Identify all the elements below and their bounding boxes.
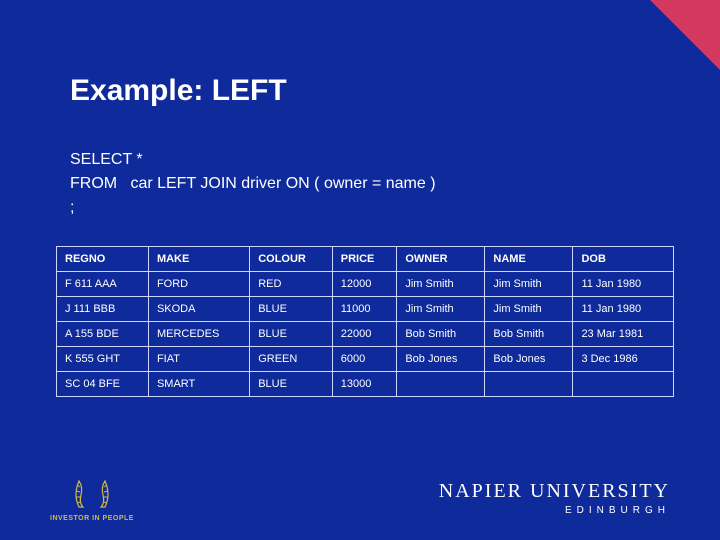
table-row: A 155 BDE MERCEDES BLUE 22000 Bob Smith … bbox=[57, 322, 674, 347]
table-row: K 555 GHT FIAT GREEN 6000 Bob Jones Bob … bbox=[57, 347, 674, 372]
iip-label: INVESTOR IN PEOPLE bbox=[50, 515, 134, 522]
cell: Bob Smith bbox=[485, 322, 573, 347]
cell: SKODA bbox=[148, 297, 249, 322]
sql-block: SELECT * FROM car LEFT JOIN driver ON ( … bbox=[70, 148, 660, 220]
university-name: NAPIER UNIVERSITY bbox=[439, 480, 670, 503]
table-body: F 611 AAA FORD RED 12000 Jim Smith Jim S… bbox=[57, 272, 674, 397]
corner-accent bbox=[650, 0, 720, 70]
cell: K 555 GHT bbox=[57, 347, 149, 372]
cell: GREEN bbox=[250, 347, 333, 372]
table-row: F 611 AAA FORD RED 12000 Jim Smith Jim S… bbox=[57, 272, 674, 297]
cell: F 611 AAA bbox=[57, 272, 149, 297]
col-colour: COLOUR bbox=[250, 247, 333, 272]
slide-content: Example: LEFT SELECT * FROM car LEFT JOI… bbox=[0, 0, 720, 397]
cell: 11 Jan 1980 bbox=[573, 272, 674, 297]
sql-line: SELECT * bbox=[70, 151, 143, 168]
cell: Bob Smith bbox=[397, 322, 485, 347]
slide-title: Example: LEFT bbox=[70, 74, 660, 108]
investor-in-people-logo: INVESTOR IN PEOPLE bbox=[50, 473, 134, 522]
cell: 6000 bbox=[332, 347, 397, 372]
sql-line: FROM car LEFT JOIN driver ON ( owner = n… bbox=[70, 175, 436, 192]
col-regno: REGNO bbox=[57, 247, 149, 272]
cell: BLUE bbox=[250, 372, 333, 397]
cell: 13000 bbox=[332, 372, 397, 397]
cell: 11 Jan 1980 bbox=[573, 297, 674, 322]
sql-line: ; bbox=[70, 199, 74, 216]
cell: Jim Smith bbox=[397, 297, 485, 322]
cell bbox=[485, 372, 573, 397]
col-price: PRICE bbox=[332, 247, 397, 272]
cell: SMART bbox=[148, 372, 249, 397]
col-name: NAME bbox=[485, 247, 573, 272]
cell: 23 Mar 1981 bbox=[573, 322, 674, 347]
table-row: J 111 BBB SKODA BLUE 11000 Jim Smith Jim… bbox=[57, 297, 674, 322]
cell: Jim Smith bbox=[485, 272, 573, 297]
napier-university-logo: NAPIER UNIVERSITY EDINBURGH bbox=[439, 480, 670, 516]
cell: Bob Jones bbox=[485, 347, 573, 372]
cell: J 111 BBB bbox=[57, 297, 149, 322]
col-owner: OWNER bbox=[397, 247, 485, 272]
col-dob: DOB bbox=[573, 247, 674, 272]
result-table: REGNO MAKE COLOUR PRICE OWNER NAME DOB F… bbox=[56, 246, 674, 397]
cell: FORD bbox=[148, 272, 249, 297]
result-table-wrap: REGNO MAKE COLOUR PRICE OWNER NAME DOB F… bbox=[56, 246, 674, 397]
col-make: MAKE bbox=[148, 247, 249, 272]
cell: A 155 BDE bbox=[57, 322, 149, 347]
cell bbox=[397, 372, 485, 397]
table-header-row: REGNO MAKE COLOUR PRICE OWNER NAME DOB bbox=[57, 247, 674, 272]
cell: Bob Jones bbox=[397, 347, 485, 372]
cell: 11000 bbox=[332, 297, 397, 322]
university-city: EDINBURGH bbox=[439, 505, 670, 516]
cell: BLUE bbox=[250, 297, 333, 322]
cell: MERCEDES bbox=[148, 322, 249, 347]
cell: RED bbox=[250, 272, 333, 297]
cell bbox=[573, 372, 674, 397]
cell: SC 04 BFE bbox=[57, 372, 149, 397]
cell: 22000 bbox=[332, 322, 397, 347]
laurel-wreath-icon bbox=[69, 473, 115, 511]
cell: BLUE bbox=[250, 322, 333, 347]
cell: Jim Smith bbox=[397, 272, 485, 297]
cell: Jim Smith bbox=[485, 297, 573, 322]
table-row: SC 04 BFE SMART BLUE 13000 bbox=[57, 372, 674, 397]
cell: FIAT bbox=[148, 347, 249, 372]
footer: INVESTOR IN PEOPLE NAPIER UNIVERSITY EDI… bbox=[0, 473, 720, 522]
cell: 12000 bbox=[332, 272, 397, 297]
cell: 3 Dec 1986 bbox=[573, 347, 674, 372]
